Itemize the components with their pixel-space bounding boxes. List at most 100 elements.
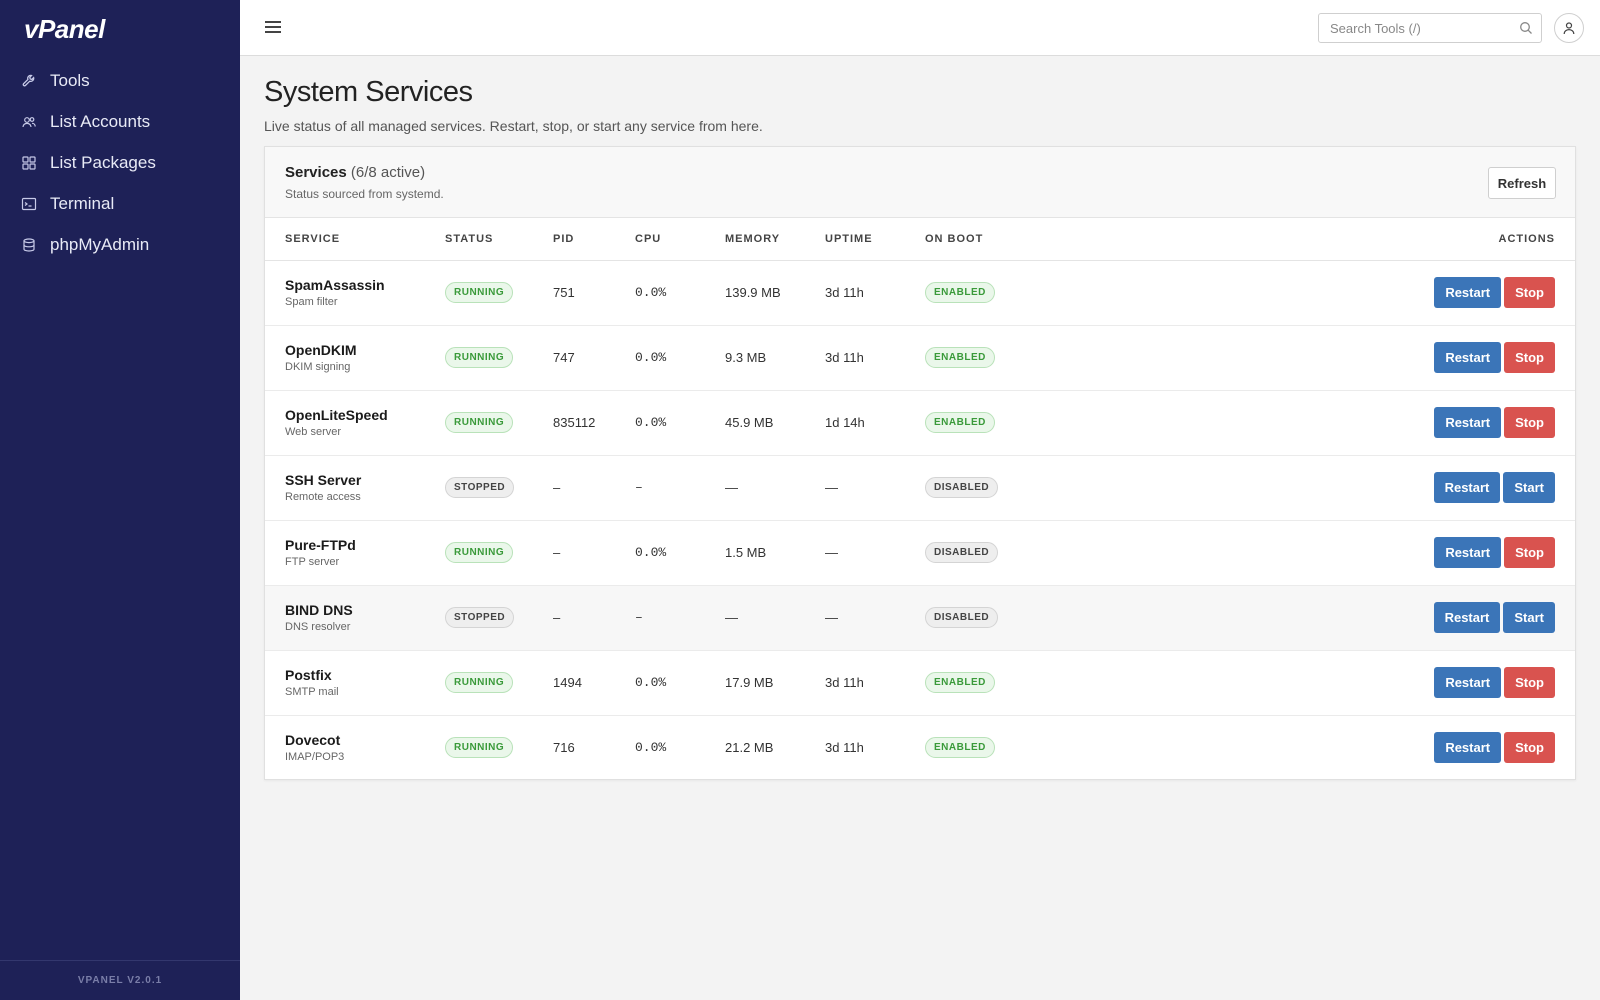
service-cell: SpamAssassin Spam filter: [265, 260, 445, 325]
cpu-value: 0.0%: [635, 545, 667, 560]
restart-button[interactable]: Restart: [1433, 602, 1501, 633]
start-button[interactable]: Start: [1503, 472, 1555, 503]
status-badge: RUNNING: [445, 542, 514, 563]
page-title: System Services: [264, 76, 473, 108]
service-cell: Pure-FTPd FTP server: [265, 520, 445, 585]
boot-badge: ENABLED: [925, 672, 995, 693]
service-name: OpenLiteSpeed: [285, 407, 388, 423]
search-input[interactable]: [1319, 14, 1509, 42]
service-description: Web server: [285, 426, 342, 438]
pid-value: 751: [553, 285, 575, 300]
memory-value: 139.9 MB: [725, 285, 781, 300]
sidebar-item-list-packages[interactable]: List Packages: [0, 142, 240, 183]
restart-button[interactable]: Restart: [1434, 667, 1502, 698]
pid-value: –: [553, 545, 561, 560]
table-row: SSH Server Remote access STOPPED – – — — …: [265, 455, 1575, 520]
user-icon[interactable]: [1554, 13, 1584, 43]
status-badge: RUNNING: [445, 672, 514, 693]
service-description: SMTP mail: [285, 686, 339, 698]
memory-value: —: [725, 610, 738, 625]
memory-value: 21.2 MB: [725, 740, 774, 756]
wrench-icon: [20, 72, 38, 90]
service-description: DKIM signing: [285, 361, 351, 373]
service-cell: OpenLiteSpeed Web server: [265, 390, 445, 455]
pid-value: 716: [553, 740, 575, 756]
sidebar-item-label: Tools: [50, 70, 90, 90]
boot-badge: DISABLED: [925, 607, 999, 628]
sidebar-item-label: Terminal: [50, 193, 115, 213]
boot-badge: ENABLED: [925, 737, 995, 759]
service-name: BIND DNS: [285, 602, 353, 618]
boot-badge: DISABLED: [925, 477, 999, 498]
stop-button[interactable]: Stop: [1504, 342, 1555, 373]
database-icon: [20, 236, 38, 254]
stop-button[interactable]: Stop: [1504, 537, 1555, 568]
service-name: Postfix: [285, 667, 332, 683]
stop-button[interactable]: Stop: [1504, 732, 1555, 764]
service-name: SSH Server: [285, 472, 362, 488]
cpu-value: –: [635, 610, 643, 625]
column-header-cpu: CPU: [635, 232, 662, 245]
uptime-value: —: [825, 480, 838, 495]
pid-value: –: [553, 480, 561, 495]
service-cell: Dovecot IMAP/POP3: [265, 715, 445, 780]
cpu-value: 0.0%: [635, 740, 667, 756]
column-header-service: SERVICE: [285, 232, 341, 245]
cpu-value: –: [635, 480, 643, 495]
uptime-value: 3d 11h: [825, 740, 864, 756]
cpu-value: 0.0%: [635, 350, 667, 365]
menu-icon[interactable]: [264, 18, 284, 36]
card-title-text: Services: [285, 164, 347, 181]
active-count: (6/8 active): [350, 164, 426, 181]
boot-badge: ENABLED: [925, 412, 995, 433]
stop-button[interactable]: Stop: [1504, 277, 1555, 308]
search-icon[interactable]: [1519, 21, 1533, 35]
service-cell: SSH Server Remote access: [265, 455, 445, 520]
grid-icon: [20, 154, 38, 172]
card-title: Services (6/8 active): [285, 164, 425, 181]
uptime-value: 3d 11h: [825, 675, 864, 690]
column-header-status: STATUS: [445, 232, 494, 245]
stop-button[interactable]: Stop: [1504, 667, 1555, 698]
memory-value: 1.5 MB: [725, 545, 767, 560]
pid-value: 1494: [553, 675, 582, 690]
sidebar-item-label: phpMyAdmin: [50, 234, 150, 254]
pid-value: –: [553, 610, 561, 625]
card-header: Services (6/8 active) Status sourced fro…: [265, 147, 1575, 218]
uptime-value: 3d 11h: [825, 350, 864, 365]
status-badge: RUNNING: [445, 737, 514, 759]
restart-button[interactable]: Restart: [1434, 342, 1502, 373]
status-badge: STOPPED: [445, 607, 515, 628]
restart-button[interactable]: Restart: [1434, 732, 1502, 764]
sidebar-item-phpmyadmin[interactable]: phpMyAdmin: [0, 224, 240, 265]
restart-button[interactable]: Restart: [1433, 472, 1501, 503]
service-name: Dovecot: [285, 732, 341, 749]
table-row: OpenDKIM DKIM signing RUNNING 747 0.0% 9.…: [265, 325, 1575, 390]
table-row: Dovecot IMAP/POP3 RUNNING 716 0.0% 21.2 M…: [265, 715, 1575, 780]
app-logo[interactable]: vPanel: [24, 14, 105, 45]
refresh-button[interactable]: Refresh: [1488, 167, 1556, 199]
memory-value: 17.9 MB: [725, 675, 774, 690]
table-row: OpenLiteSpeed Web server RUNNING 835112 0…: [265, 390, 1575, 455]
memory-value: —: [725, 480, 738, 495]
cpu-value: 0.0%: [635, 675, 667, 690]
memory-value: 9.3 MB: [725, 350, 767, 365]
service-cell: BIND DNS DNS resolver: [265, 585, 445, 650]
start-button[interactable]: Start: [1503, 602, 1555, 633]
restart-button[interactable]: Restart: [1434, 277, 1502, 308]
uptime-value: 1d 14h: [825, 415, 865, 430]
stop-button[interactable]: Stop: [1504, 407, 1555, 438]
sidebar-item-tools[interactable]: Tools: [0, 60, 240, 101]
table-row: Postfix SMTP mail RUNNING 1494 0.0% 17.9 …: [265, 650, 1575, 715]
uptime-value: —: [825, 610, 838, 625]
sidebar-item-list-accounts[interactable]: List Accounts: [0, 101, 240, 142]
table-row: Pure-FTPd FTP server RUNNING – 0.0% 1.5 M…: [265, 520, 1575, 585]
sidebar-item-terminal[interactable]: Terminal: [0, 183, 240, 224]
cpu-value: 0.0%: [635, 285, 667, 300]
services-card: Services (6/8 active) Status sourced fro…: [264, 146, 1576, 780]
services-table: SERVICE STATUS PID CPU MEMORY UPTIME ON …: [265, 218, 1575, 780]
restart-button[interactable]: Restart: [1434, 407, 1502, 438]
users-icon: [20, 113, 38, 131]
restart-button[interactable]: Restart: [1434, 537, 1502, 568]
uptime-value: 3d 11h: [825, 285, 864, 300]
